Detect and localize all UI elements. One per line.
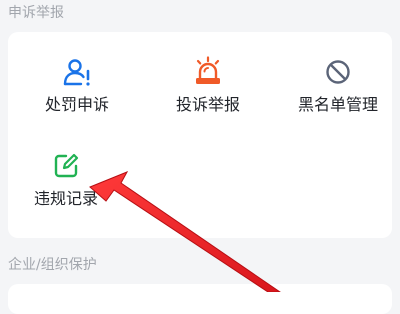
appeal-penalty-label: 处罚申诉 <box>44 95 109 114</box>
ban-icon <box>322 56 354 88</box>
blacklist-management-label: 黑名单管理 <box>297 95 378 114</box>
blacklist-management-button[interactable]: 黑名单管理 <box>278 56 398 136</box>
violation-record-button[interactable]: 违规记录 <box>6 150 126 230</box>
complaint-report-button[interactable]: 投诉举报 <box>148 56 268 136</box>
user-alert-icon <box>61 56 93 88</box>
section-title-complaints: 申诉举报 <box>8 5 64 21</box>
edit-note-icon <box>50 150 82 182</box>
section-title-organization: 企业/组织保护 <box>8 257 97 273</box>
appeal-penalty-button[interactable]: 处罚申诉 <box>17 56 137 136</box>
complaint-report-label: 投诉举报 <box>175 95 240 114</box>
organization-card <box>8 284 392 314</box>
complaints-card: 处罚申诉 投诉举报 黑名单管理 违规记录 <box>8 32 392 238</box>
violation-record-label: 违规记录 <box>33 189 98 208</box>
siren-icon <box>192 56 224 88</box>
